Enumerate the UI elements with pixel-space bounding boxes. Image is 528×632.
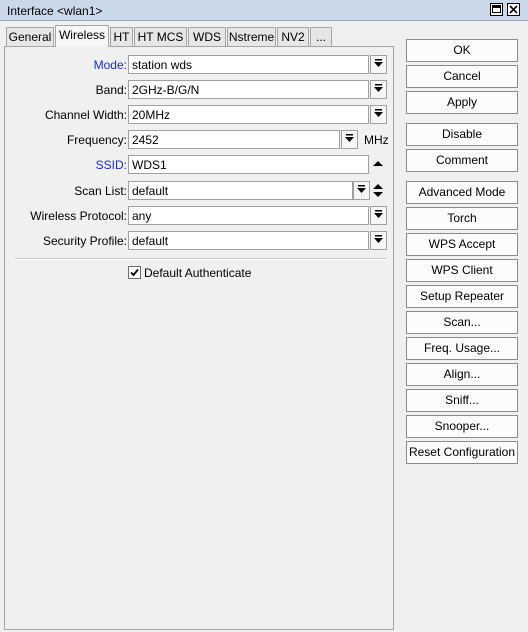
security-profile-row: Security Profile: default [5, 231, 395, 251]
advanced-mode-button[interactable]: Advanced Mode [406, 181, 518, 204]
freq-usage-button[interactable]: Freq. Usage... [406, 337, 518, 360]
mode-row: Mode: station wds [5, 55, 395, 75]
close-icon[interactable] [507, 3, 520, 16]
reset-configuration-button[interactable]: Reset Configuration [406, 441, 518, 464]
security-profile-dropdown-icon[interactable] [370, 231, 387, 250]
collapse-icon[interactable] [372, 155, 386, 174]
frequency-row: Frequency: 2452 MHz [5, 130, 395, 150]
wps-accept-button[interactable]: WPS Accept [406, 233, 518, 256]
security-profile-label: Security Profile: [42, 234, 127, 248]
frequency-unit: MHz [364, 133, 389, 147]
default-authenticate-checkbox[interactable] [128, 266, 141, 279]
channel-width-select[interactable]: 20MHz [128, 105, 369, 124]
tab-ht-mcs[interactable]: HT MCS [134, 27, 187, 46]
wireless-settings-panel: Mode: station wds Band: 2GHz-B/G/N Chann… [4, 46, 394, 630]
wireless-protocol-row: Wireless Protocol: any [5, 206, 395, 226]
maximize-icon[interactable] [490, 3, 503, 16]
tab-ht[interactable]: HT [110, 27, 133, 46]
scan-list-select[interactable]: default [128, 181, 353, 200]
disable-button[interactable]: Disable [406, 123, 518, 146]
torch-button[interactable]: Torch [406, 207, 518, 230]
window-titlebar[interactable]: Interface <wlan1> [0, 0, 528, 21]
mode-select[interactable]: station wds [128, 55, 369, 74]
default-authenticate-label: Default Authenticate [144, 266, 252, 280]
wireless-protocol-select[interactable]: any [128, 206, 369, 225]
tab-nstreme[interactable]: Nstreme [227, 27, 276, 46]
tab-nv2[interactable]: NV2 [277, 27, 309, 46]
scan-list-row: Scan List: default [5, 181, 395, 201]
wireless-protocol-dropdown-icon[interactable] [370, 206, 387, 225]
setup-repeater-button[interactable]: Setup Repeater [406, 285, 518, 308]
apply-button[interactable]: Apply [406, 91, 518, 114]
scan-button[interactable]: Scan... [406, 311, 518, 334]
add-remove-arrows-icon[interactable] [372, 181, 386, 200]
ssid-row: SSID: WDS1 [5, 155, 395, 175]
ssid-label: SSID: [95, 158, 127, 172]
security-profile-select[interactable]: default [128, 231, 369, 250]
window-title: Interface <wlan1> [7, 4, 103, 18]
comment-button[interactable]: Comment [406, 149, 518, 172]
channel-width-dropdown-icon[interactable] [370, 105, 387, 124]
mode-label: Mode: [93, 58, 127, 72]
cancel-button[interactable]: Cancel [406, 65, 518, 88]
channel-width-label: Channel Width: [44, 108, 127, 122]
sniff-button[interactable]: Sniff... [406, 389, 518, 412]
scan-list-label: Scan List: [74, 184, 127, 198]
tab-wireless[interactable]: Wireless [55, 25, 109, 47]
tab-wds[interactable]: WDS [188, 27, 226, 46]
channel-width-row: Channel Width: 20MHz [5, 105, 395, 125]
band-row: Band: 2GHz-B/G/N [5, 80, 395, 100]
band-select[interactable]: 2GHz-B/G/N [128, 80, 369, 99]
scan-list-dropdown-icon[interactable] [353, 181, 370, 200]
snooper-button[interactable]: Snooper... [406, 415, 518, 438]
tab-more[interactable]: ... [310, 27, 332, 46]
ssid-input[interactable]: WDS1 [128, 155, 369, 174]
tab-general[interactable]: General [6, 27, 54, 46]
frequency-label: Frequency: [66, 133, 127, 147]
wireless-protocol-label: Wireless Protocol: [30, 209, 127, 223]
band-label: Band: [95, 83, 127, 97]
mode-dropdown-icon[interactable] [370, 55, 387, 74]
wps-client-button[interactable]: WPS Client [406, 259, 518, 282]
align-button[interactable]: Align... [406, 363, 518, 386]
ok-button[interactable]: OK [406, 39, 518, 62]
frequency-select[interactable]: 2452 [128, 130, 340, 149]
frequency-dropdown-icon[interactable] [341, 130, 358, 149]
band-dropdown-icon[interactable] [370, 80, 387, 99]
divider [15, 258, 387, 260]
